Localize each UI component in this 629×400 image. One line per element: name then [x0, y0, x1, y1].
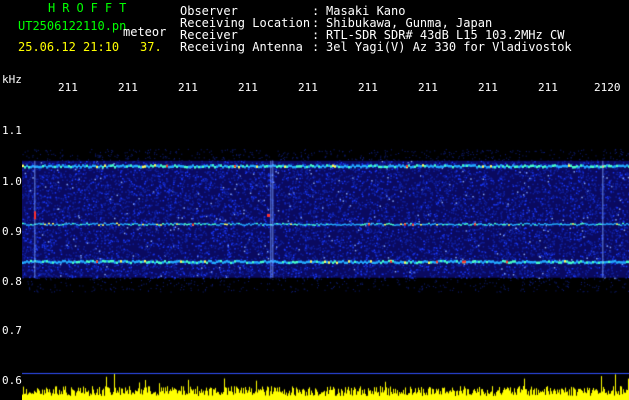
- meteor-label: meteor: [123, 25, 167, 39]
- antenna-separator: :: [312, 40, 320, 54]
- y-tick-label: 1.1: [2, 124, 22, 137]
- x-tick-label: 211: [538, 81, 558, 94]
- x-tick-label: 211: [358, 81, 378, 94]
- meteor-counter: 37.: [140, 40, 162, 54]
- y-tick-label: 1.0: [2, 175, 22, 188]
- antenna-label: Receiving Antenna: [180, 40, 303, 54]
- y-axis-unit: kHz: [2, 73, 22, 86]
- antenna-value: 3el Yagi(V) Az 330 for Vladivostok: [326, 40, 572, 54]
- x-tick-label: 211: [478, 81, 498, 94]
- y-tick-label: 0.9: [2, 225, 22, 238]
- x-tick-label: 211: [298, 81, 318, 94]
- y-tick-label: 0.7: [2, 324, 22, 337]
- x-tick-label: 211: [418, 81, 438, 94]
- y-tick-label: 0.8: [2, 275, 22, 288]
- y-tick-label: 0.6: [2, 374, 22, 387]
- timestamp: 25.06.12 21:10: [18, 40, 120, 54]
- header: HROFFT UT2506122110.pn meteor 25.06.12 2…: [0, 0, 629, 75]
- image-filename: UT2506122110.pn: [18, 19, 127, 33]
- spectrogram-canvas: [22, 97, 629, 400]
- spectrogram-plot: [22, 97, 629, 400]
- x-tick-label: 211: [178, 81, 198, 94]
- app-title: HROFFT: [48, 1, 134, 15]
- x-tick-label: 211: [118, 81, 138, 94]
- x-tick-label: 211: [238, 81, 258, 94]
- x-tick-label: 211: [58, 81, 78, 94]
- x-tick-label: 2120: [594, 81, 621, 94]
